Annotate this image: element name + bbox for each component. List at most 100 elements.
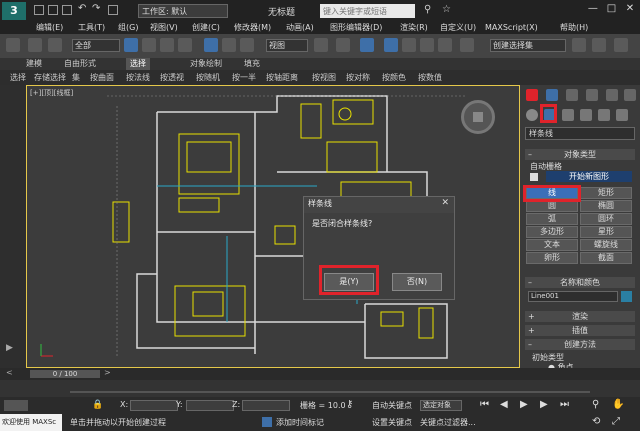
x-coordinate-field[interactable] bbox=[130, 400, 178, 411]
ribbon-by-surface[interactable]: 按曲面 bbox=[90, 72, 114, 83]
start-new-shape-checkbox[interactable] bbox=[530, 173, 538, 181]
close-window-button[interactable]: ✕ bbox=[622, 3, 638, 14]
auto-key-button[interactable]: 自动关键点 bbox=[372, 400, 412, 411]
space-warps-icon[interactable] bbox=[616, 109, 628, 121]
star-button[interactable]: 星形 bbox=[580, 226, 632, 238]
goto-end-icon[interactable]: ⏭ bbox=[560, 399, 569, 410]
donut-button[interactable]: 圆环 bbox=[580, 213, 632, 225]
key-icon[interactable]: ⚷ bbox=[346, 399, 353, 410]
angle-snap-icon[interactable] bbox=[402, 38, 416, 52]
ribbon-by-color[interactable]: 按颜色 bbox=[382, 72, 406, 83]
link-icon[interactable] bbox=[28, 38, 42, 52]
start-new-shape-button[interactable]: 开始新图形 bbox=[546, 171, 632, 182]
align-icon[interactable] bbox=[592, 38, 606, 52]
modify-tab-icon[interactable] bbox=[546, 89, 558, 101]
scale-icon[interactable] bbox=[240, 38, 254, 52]
menu-create[interactable]: 创建(C) bbox=[192, 22, 220, 34]
cameras-icon[interactable] bbox=[580, 109, 592, 121]
ngon-button[interactable]: 多边形 bbox=[526, 226, 578, 238]
tab-modeling[interactable]: 建模 bbox=[26, 58, 42, 70]
menu-rendering[interactable]: 渲染(R) bbox=[400, 22, 428, 34]
pan-icon[interactable]: ✋ bbox=[612, 399, 624, 410]
rollout-creation-method[interactable]: – 创建方法 bbox=[525, 339, 635, 350]
time-slider[interactable]: 0 / 100 bbox=[30, 370, 100, 378]
ribbon-by-random[interactable]: 按随机 bbox=[196, 72, 220, 83]
orbit-icon[interactable]: ⟲ bbox=[592, 416, 600, 427]
tab-populate[interactable]: 填充 bbox=[244, 58, 260, 70]
lights-icon[interactable] bbox=[562, 109, 574, 121]
menu-tools[interactable]: 工具(T) bbox=[78, 22, 105, 34]
ribbon-by-normal[interactable]: 按法线 bbox=[126, 72, 150, 83]
set-key-button[interactable]: 设置关键点 bbox=[372, 417, 412, 428]
selection-filter-dropdown[interactable]: 全部 bbox=[72, 39, 120, 52]
ribbon-set[interactable]: 集 bbox=[72, 72, 80, 83]
select-object-icon[interactable] bbox=[124, 38, 138, 52]
snap-toggle-icon[interactable] bbox=[384, 38, 398, 52]
menu-graph-editors[interactable]: 图形编辑器(D) bbox=[330, 22, 382, 34]
rotate-icon[interactable] bbox=[222, 38, 236, 52]
hierarchy-tab-icon[interactable] bbox=[566, 89, 578, 101]
menu-group[interactable]: 组(G) bbox=[118, 22, 138, 34]
ribbon-by-half[interactable]: 按一半 bbox=[232, 72, 256, 83]
tab-freeform[interactable]: 自由形式 bbox=[64, 58, 96, 70]
goto-start-icon[interactable]: ⏮ bbox=[480, 399, 489, 410]
helpers-icon[interactable] bbox=[598, 109, 610, 121]
mirror-icon[interactable] bbox=[572, 38, 586, 52]
save-file-icon[interactable] bbox=[62, 5, 72, 15]
edit-named-selection-icon[interactable] bbox=[460, 38, 474, 52]
unlink-icon[interactable] bbox=[48, 38, 62, 52]
ribbon-by-perspective[interactable]: 按透视 bbox=[160, 72, 184, 83]
pivot-center-icon[interactable] bbox=[314, 38, 328, 52]
rollout-interpolation[interactable]: + 插值 bbox=[525, 325, 635, 336]
project-folder-icon[interactable] bbox=[108, 5, 118, 15]
timeline-prev-icon[interactable]: < bbox=[6, 368, 13, 377]
rollout-object-type[interactable]: – 对象类型 bbox=[525, 149, 635, 160]
next-frame-icon[interactable]: ▶ bbox=[540, 399, 548, 410]
maxscript-listener[interactable]: 欢迎使用 MAXSc bbox=[0, 414, 62, 431]
create-tab-icon[interactable] bbox=[526, 89, 538, 101]
y-coordinate-field[interactable] bbox=[186, 400, 234, 411]
star-icon[interactable]: ☆ bbox=[442, 4, 451, 15]
rect-selection-icon[interactable] bbox=[160, 38, 174, 52]
menu-views[interactable]: 视图(V) bbox=[150, 22, 178, 34]
search-input[interactable] bbox=[320, 4, 415, 18]
select-manipulate-icon[interactable] bbox=[336, 38, 350, 52]
menu-maxscript[interactable]: MAXScript(X) bbox=[485, 22, 538, 34]
app-logo-icon[interactable]: 3 bbox=[2, 2, 26, 20]
ribbon-select[interactable]: 选择 bbox=[10, 72, 26, 83]
ribbon-by-numeric[interactable]: 按数值 bbox=[418, 72, 442, 83]
geometry-icon[interactable] bbox=[526, 109, 538, 121]
percent-snap-icon[interactable] bbox=[420, 38, 434, 52]
undo-icon[interactable]: ↶ bbox=[78, 3, 86, 14]
tab-selection[interactable]: 选择 bbox=[126, 58, 150, 70]
new-file-icon[interactable] bbox=[34, 5, 44, 15]
ellipse-button[interactable]: 椭圆 bbox=[580, 200, 632, 212]
prev-frame-icon[interactable]: ◀ bbox=[500, 399, 508, 410]
reference-coordinate-dropdown[interactable]: 视图 bbox=[266, 39, 308, 52]
redo-icon[interactable]: ↷ bbox=[92, 3, 100, 14]
track-bar[interactable] bbox=[0, 380, 640, 397]
move-icon[interactable] bbox=[204, 38, 218, 52]
display-tab-icon[interactable] bbox=[606, 89, 618, 101]
object-color-swatch[interactable] bbox=[621, 291, 632, 302]
minimize-button[interactable]: — bbox=[585, 3, 601, 14]
layer-manager-icon[interactable] bbox=[614, 38, 628, 52]
rollout-rendering[interactable]: + 渲染 bbox=[525, 311, 635, 322]
rectangle-button[interactable]: 矩形 bbox=[580, 187, 632, 199]
ribbon-by-pivot-distance[interactable]: 按轴距离 bbox=[266, 72, 298, 83]
maximize-button[interactable]: □ bbox=[603, 3, 619, 14]
window-crossing-icon[interactable] bbox=[178, 38, 192, 52]
spinner-snap-icon[interactable] bbox=[438, 38, 452, 52]
menu-edit[interactable]: 编辑(E) bbox=[36, 22, 63, 34]
expand-arrow-icon[interactable]: ▶ bbox=[6, 343, 13, 353]
menu-modifiers[interactable]: 修改器(M) bbox=[234, 22, 271, 34]
menu-animation[interactable]: 动画(A) bbox=[286, 22, 314, 34]
menu-customize[interactable]: 自定义(U) bbox=[440, 22, 476, 34]
shape-category-dropdown[interactable]: 样条线 bbox=[525, 127, 635, 140]
named-selection-dropdown[interactable]: 创建选择集 bbox=[490, 39, 566, 52]
ribbon-by-view[interactable]: 按视图 bbox=[312, 72, 336, 83]
play-icon[interactable]: ▶ bbox=[520, 399, 528, 410]
z-coordinate-field[interactable] bbox=[242, 400, 290, 411]
zoom-icon[interactable]: ⚲ bbox=[592, 399, 599, 410]
help-search-icon[interactable]: ⚲ bbox=[424, 4, 431, 15]
